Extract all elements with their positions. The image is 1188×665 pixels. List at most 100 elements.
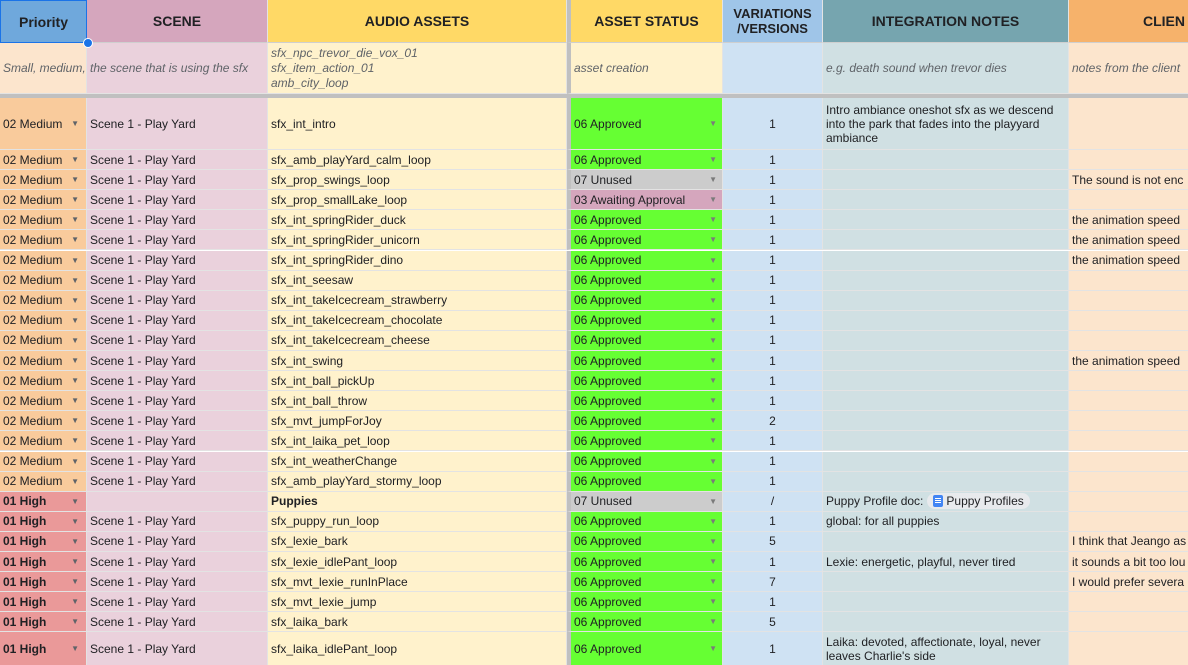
dropdown-caret-icon[interactable]: ▼ [71, 296, 79, 305]
example-scene[interactable]: the scene that is using the sfx [87, 43, 268, 94]
asset-status-dropdown[interactable]: 06 Approved ▼ [567, 210, 723, 231]
client-notes-cell[interactable] [1069, 592, 1188, 613]
client-notes-cell[interactable]: the animation speed [1069, 210, 1188, 231]
variations-cell[interactable]: / [723, 491, 823, 512]
dropdown-caret-icon[interactable]: ▼ [71, 316, 79, 325]
client-notes-cell[interactable]: I think that Jeango as [1069, 531, 1188, 552]
audio-asset-cell[interactable]: sfx_puppy_run_loop [268, 511, 567, 532]
integration-notes-cell[interactable] [823, 411, 1069, 432]
variations-cell[interactable]: 1 [723, 210, 823, 231]
audio-asset-cell[interactable]: sfx_int_swing [268, 351, 567, 372]
priority-dropdown[interactable]: 02 Medium ▼ [0, 170, 87, 191]
dropdown-caret-icon[interactable]: ▼ [709, 517, 717, 526]
header-scene[interactable]: SCENE [87, 0, 268, 43]
integration-notes-cell[interactable]: Intro ambiance oneshot sfx as we descend… [823, 98, 1069, 150]
audio-asset-cell[interactable]: sfx_prop_smallLake_loop [268, 190, 567, 211]
scene-cell[interactable]: Scene 1 - Play Yard [87, 270, 268, 291]
dropdown-caret-icon[interactable]: ▼ [71, 416, 79, 425]
selection-fill-handle[interactable] [83, 38, 93, 48]
scene-cell[interactable]: Scene 1 - Play Yard [87, 632, 268, 665]
asset-status-dropdown[interactable]: 06 Approved ▼ [567, 431, 723, 452]
integration-notes-cell[interactable] [823, 170, 1069, 191]
dropdown-caret-icon[interactable]: ▼ [709, 376, 717, 385]
client-notes-cell[interactable] [1069, 411, 1188, 432]
integration-notes-cell[interactable] [823, 270, 1069, 291]
priority-dropdown[interactable]: 02 Medium ▼ [0, 290, 87, 311]
dropdown-caret-icon[interactable]: ▼ [709, 436, 717, 445]
integration-notes-cell[interactable] [823, 210, 1069, 231]
scene-cell[interactable]: Scene 1 - Play Yard [87, 572, 268, 593]
dropdown-caret-icon[interactable]: ▼ [709, 215, 717, 224]
audio-asset-cell[interactable]: sfx_amb_playYard_stormy_loop [268, 471, 567, 492]
scene-cell[interactable]: Scene 1 - Play Yard [87, 531, 268, 552]
dropdown-caret-icon[interactable]: ▼ [709, 497, 717, 506]
scene-cell[interactable]: Scene 1 - Play Yard [87, 170, 268, 191]
dropdown-caret-icon[interactable]: ▼ [71, 396, 79, 405]
audio-asset-cell[interactable]: sfx_mvt_lexie_runInPlace [268, 572, 567, 593]
integration-notes-cell[interactable] [823, 330, 1069, 351]
integration-notes-cell[interactable] [823, 371, 1069, 392]
dropdown-caret-icon[interactable]: ▼ [71, 457, 79, 466]
client-notes-cell[interactable] [1069, 511, 1188, 532]
asset-status-dropdown[interactable]: 06 Approved ▼ [567, 552, 723, 573]
priority-dropdown[interactable]: 02 Medium ▼ [0, 230, 87, 251]
client-notes-cell[interactable] [1069, 310, 1188, 331]
client-notes-cell[interactable]: I would prefer severa [1069, 572, 1188, 593]
scene-cell[interactable]: Scene 1 - Play Yard [87, 431, 268, 452]
scene-cell[interactable]: Scene 1 - Play Yard [87, 98, 268, 150]
scene-cell[interactable]: Scene 1 - Play Yard [87, 612, 268, 633]
scene-cell[interactable]: Scene 1 - Play Yard [87, 150, 268, 171]
asset-status-dropdown[interactable]: 06 Approved ▼ [567, 391, 723, 412]
dropdown-caret-icon[interactable]: ▼ [71, 577, 79, 586]
priority-dropdown[interactable]: 01 High ▼ [0, 491, 87, 512]
asset-status-dropdown[interactable]: 06 Approved ▼ [567, 351, 723, 372]
client-notes-cell[interactable] [1069, 150, 1188, 171]
variations-cell[interactable]: 1 [723, 451, 823, 472]
variations-cell[interactable]: 1 [723, 632, 823, 665]
client-notes-cell[interactable]: the animation speed [1069, 230, 1188, 251]
client-notes-cell[interactable] [1069, 491, 1188, 512]
dropdown-caret-icon[interactable]: ▼ [709, 296, 717, 305]
asset-status-dropdown[interactable]: 06 Approved ▼ [567, 531, 723, 552]
asset-status-dropdown[interactable]: 03 Awaiting Approval ▼ [567, 190, 723, 211]
dropdown-caret-icon[interactable]: ▼ [709, 119, 717, 128]
priority-dropdown[interactable]: 02 Medium ▼ [0, 98, 87, 150]
priority-dropdown[interactable]: 01 High ▼ [0, 592, 87, 613]
asset-status-dropdown[interactable]: 06 Approved ▼ [567, 592, 723, 613]
client-notes-cell[interactable]: the animation speed [1069, 250, 1188, 271]
header-variations[interactable]: VARIATIONS /VERSIONS [723, 0, 823, 43]
integration-notes-cell[interactable]: Puppy Profile doc: Puppy Profiles [823, 491, 1069, 512]
integration-notes-cell[interactable] [823, 471, 1069, 492]
integration-notes-cell[interactable] [823, 391, 1069, 412]
dropdown-caret-icon[interactable]: ▼ [71, 376, 79, 385]
asset-status-dropdown[interactable]: 06 Approved ▼ [567, 511, 723, 532]
scene-cell[interactable]: Scene 1 - Play Yard [87, 411, 268, 432]
dropdown-caret-icon[interactable]: ▼ [709, 276, 717, 285]
scene-cell[interactable]: Scene 1 - Play Yard [87, 371, 268, 392]
integration-notes-cell[interactable]: Laika: devoted, affectionate, loyal, nev… [823, 632, 1069, 665]
client-notes-cell[interactable] [1069, 270, 1188, 291]
asset-status-dropdown[interactable]: 06 Approved ▼ [567, 150, 723, 171]
dropdown-caret-icon[interactable]: ▼ [709, 644, 717, 653]
client-notes-cell[interactable] [1069, 431, 1188, 452]
client-notes-cell[interactable] [1069, 371, 1188, 392]
dropdown-caret-icon[interactable]: ▼ [709, 175, 717, 184]
client-notes-cell[interactable] [1069, 612, 1188, 633]
audio-asset-cell[interactable]: sfx_laika_bark [268, 612, 567, 633]
example-notes[interactable]: e.g. death sound when trevor dies [823, 43, 1069, 94]
priority-dropdown[interactable]: 01 High ▼ [0, 511, 87, 532]
priority-dropdown[interactable]: 02 Medium ▼ [0, 190, 87, 211]
dropdown-caret-icon[interactable]: ▼ [71, 356, 79, 365]
variations-cell[interactable]: 1 [723, 190, 823, 211]
priority-dropdown[interactable]: 02 Medium ▼ [0, 270, 87, 291]
scene-cell[interactable]: Scene 1 - Play Yard [87, 351, 268, 372]
audio-asset-cell[interactable]: sfx_int_takeIcecream_cheese [268, 330, 567, 351]
dropdown-caret-icon[interactable]: ▼ [709, 617, 717, 626]
audio-asset-cell[interactable]: sfx_int_springRider_duck [268, 210, 567, 231]
variations-cell[interactable]: 1 [723, 290, 823, 311]
example-priority[interactable]: Small, medium, [0, 43, 87, 94]
priority-dropdown[interactable]: 02 Medium ▼ [0, 411, 87, 432]
dropdown-caret-icon[interactable]: ▼ [709, 416, 717, 425]
scene-cell[interactable]: Scene 1 - Play Yard [87, 592, 268, 613]
asset-status-dropdown[interactable]: 06 Approved ▼ [567, 230, 723, 251]
